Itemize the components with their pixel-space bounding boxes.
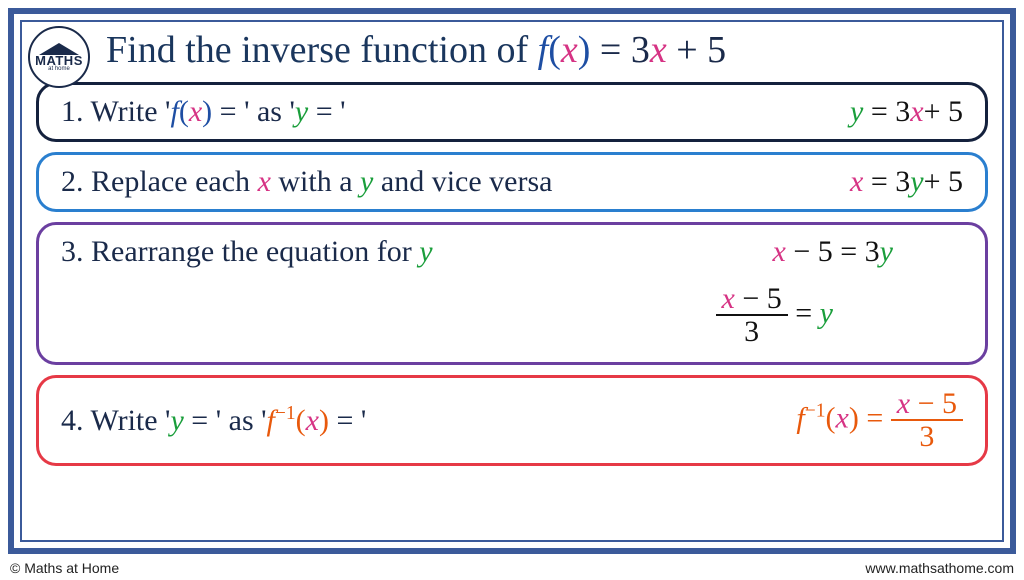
step-3-t1: Rearrange the equation for xyxy=(91,235,419,268)
s2-rhs-y: y xyxy=(910,165,923,198)
step-3-row1: 3. Rearrange the equation for y x − 5 = … xyxy=(61,235,963,269)
s4-rhs-fraction: x − 5 3 xyxy=(891,388,963,453)
step-4-lparen: ( xyxy=(296,404,306,437)
s4-num-m5: − 5 xyxy=(910,387,957,420)
step-1-lparen: ( xyxy=(179,95,189,128)
s1-rhs-3: 3 xyxy=(895,95,910,128)
step-1-t3: ' xyxy=(340,95,345,128)
step-4-f: f xyxy=(267,404,275,437)
s4-den: 3 xyxy=(913,421,940,453)
step-4-eq2: = xyxy=(329,404,361,437)
step-3-equation-1: x − 5 = 3y xyxy=(763,235,964,269)
s3b-y: y xyxy=(820,296,833,329)
s1-rhs-eq: = xyxy=(863,95,895,128)
s3b-eq: = xyxy=(788,296,820,329)
step-1-equation: y = 3x+ 5 xyxy=(840,95,963,129)
s3b-num-m5: − 5 xyxy=(735,282,782,315)
step-3-y: y xyxy=(419,235,432,268)
step-4-y: y xyxy=(170,404,183,437)
s4-rhs-lp: ( xyxy=(826,401,836,434)
step-2-t3: and vice versa xyxy=(373,165,552,198)
step-2-instruction: 2. Replace each x with a y and vice vers… xyxy=(61,165,840,199)
s2-rhs-plus: + xyxy=(924,165,948,198)
logo-badge: MATHS at home xyxy=(28,26,90,88)
s3a-x: x xyxy=(773,235,786,268)
footer: © Maths at Home www.mathsathome.com xyxy=(10,560,1014,576)
step-2-x: x xyxy=(258,165,271,198)
s4-rhs-f: f xyxy=(796,401,804,434)
s3b-numerator: x − 5 xyxy=(716,283,788,317)
step-3-instruction: 3. Rearrange the equation for y xyxy=(61,235,763,269)
title-eq: = xyxy=(590,29,630,71)
title-x2: x xyxy=(650,29,667,71)
s4-rhs-inv: −1 xyxy=(805,400,826,421)
s4-rhs-numerator: x − 5 xyxy=(891,388,963,422)
step-4-t3: ' xyxy=(361,404,366,437)
step-4-x: x xyxy=(306,404,319,437)
s3b-num-x: x xyxy=(722,282,735,315)
step-2-num: 2. xyxy=(61,165,91,198)
title-3: 3 xyxy=(631,29,650,71)
step-1-eq2: = xyxy=(308,95,340,128)
s3a-m5: − 5 xyxy=(786,235,833,268)
s1-rhs-x: x xyxy=(910,95,923,128)
s4-rhs-eq: = xyxy=(859,401,891,434)
inner-frame: MATHS at home Find the inverse function … xyxy=(20,20,1004,542)
s2-rhs-3: 3 xyxy=(895,165,910,198)
s1-rhs-plus: + xyxy=(924,95,948,128)
outer-frame: MATHS at home Find the inverse function … xyxy=(8,8,1016,554)
s2-rhs-eq: = xyxy=(863,165,895,198)
step-4-inv: −1 xyxy=(275,403,296,424)
step-2-y: y xyxy=(360,165,373,198)
step-4-rparen: ) xyxy=(319,404,329,437)
title-rparen: ) xyxy=(578,29,591,71)
title-lead: Find the inverse function of xyxy=(106,29,538,71)
step-2-t1: Replace each xyxy=(91,165,258,198)
step-4-instruction: 4. Write 'y = ' as 'f−1(x) = ' xyxy=(61,403,786,438)
title-lparen: ( xyxy=(548,29,561,71)
s3a-y: y xyxy=(880,235,893,268)
step-3-num: 3. xyxy=(61,235,91,268)
page-title: Find the inverse function of f(x) = 3x +… xyxy=(36,30,988,72)
step-4-t2: ' as ' xyxy=(216,404,267,437)
step-1-rparen: ) xyxy=(202,95,212,128)
s4-num-x: x xyxy=(897,387,910,420)
step-4-num: 4. xyxy=(61,404,90,437)
step-1-eq: = xyxy=(212,95,244,128)
step-4-t1: Write ' xyxy=(90,404,170,437)
step-1: 1. Write 'f(x) = ' as 'y = ' y = 3x+ 5 xyxy=(36,82,988,142)
s3a-eq: = xyxy=(833,235,865,268)
title-plus5: + 5 xyxy=(667,29,726,71)
step-2-equation: x = 3y+ 5 xyxy=(840,165,963,199)
step-3: 3. Rearrange the equation for y x − 5 = … xyxy=(36,222,988,365)
s1-rhs-5: 5 xyxy=(948,95,963,128)
footer-url: www.mathsathome.com xyxy=(865,560,1014,576)
step-3-row2: x − 5 3 = y xyxy=(61,283,963,348)
title-x: x xyxy=(561,29,578,71)
step-4: 4. Write 'y = ' as 'f−1(x) = ' f−1(x) = … xyxy=(36,375,988,466)
step-1-instruction: 1. Write 'f(x) = ' as 'y = ' xyxy=(61,95,840,129)
step-1-x: x xyxy=(189,95,202,128)
s3b-fraction: x − 5 3 xyxy=(716,283,788,348)
footer-copyright: © Maths at Home xyxy=(10,560,119,576)
s4-rhs-x: x xyxy=(836,401,849,434)
step-1-num: 1. xyxy=(61,95,90,128)
step-4-equation: f−1(x) = x − 5 3 xyxy=(786,388,963,453)
s4-rhs-rp: ) xyxy=(849,401,859,434)
title-f: f xyxy=(538,29,549,71)
step-2: 2. Replace each x with a y and vice vers… xyxy=(36,152,988,212)
step-3-equation-2: x − 5 3 = y xyxy=(706,283,834,348)
step-2-t2: with a xyxy=(271,165,360,198)
step-1-t2: ' as ' xyxy=(244,95,295,128)
s3b-den: 3 xyxy=(738,316,765,348)
step-1-y: y xyxy=(295,95,308,128)
step-4-eq: = xyxy=(184,404,216,437)
s1-rhs-y: y xyxy=(850,95,863,128)
s3a-3: 3 xyxy=(865,235,880,268)
step-1-f: f xyxy=(170,95,178,128)
logo-sub-text: at home xyxy=(48,66,70,72)
s2-rhs-x: x xyxy=(850,165,863,198)
step-1-t1: Write ' xyxy=(90,95,170,128)
s2-rhs-5: 5 xyxy=(948,165,963,198)
